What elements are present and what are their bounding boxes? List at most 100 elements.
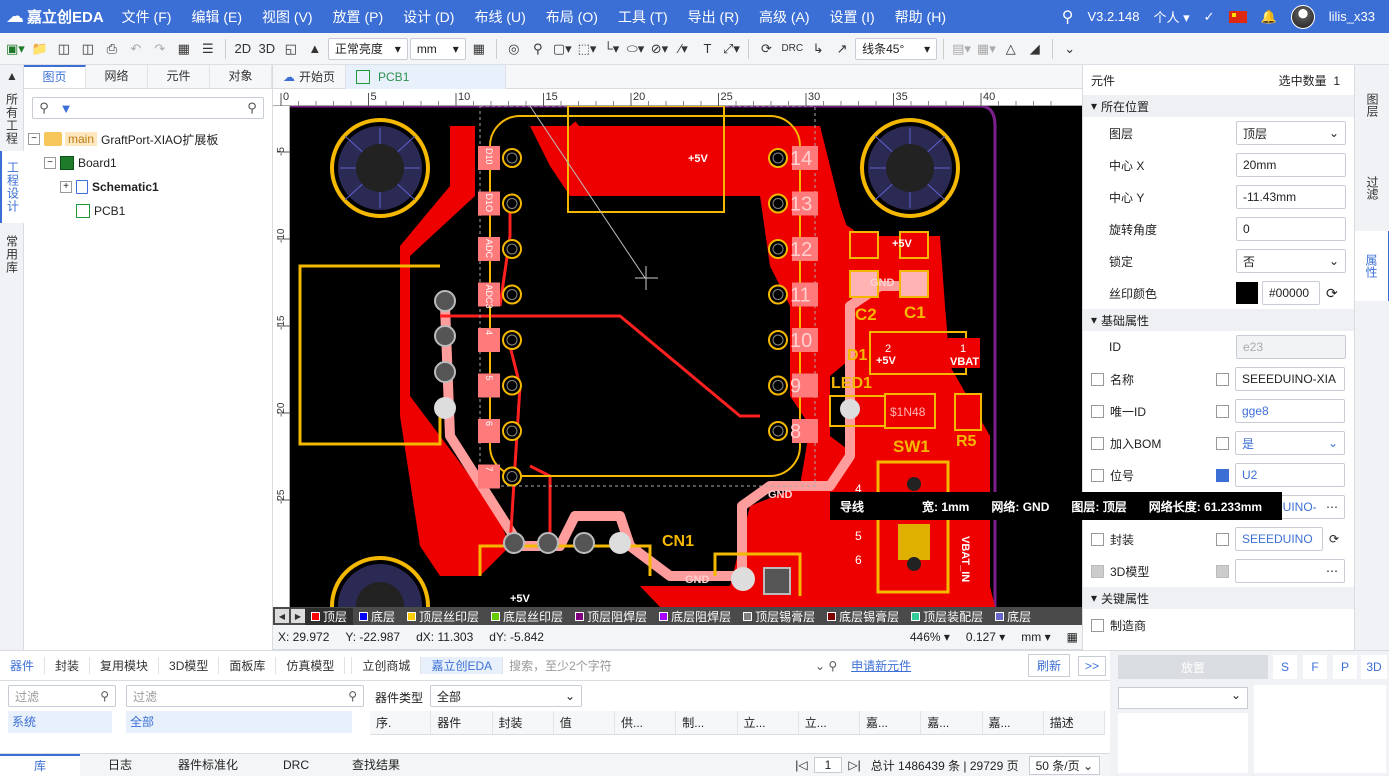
- name-checkbox[interactable]: [1091, 372, 1104, 386]
- silk-color-swatch[interactable]: [1236, 282, 1258, 304]
- category-system[interactable]: 系统: [8, 711, 112, 733]
- drc-button[interactable]: DRC: [779, 38, 805, 60]
- refresh-icon[interactable]: ⟳: [1329, 532, 1339, 546]
- uid-input[interactable]: gge8: [1235, 399, 1345, 423]
- layer-item[interactable]: 顶层锡膏层: [737, 608, 821, 625]
- tab-pages[interactable]: 图页: [24, 65, 86, 88]
- expand-icon[interactable]: +: [60, 181, 72, 193]
- name-input[interactable]: SEEEDUINO-XIA: [1235, 367, 1345, 391]
- rotate-icon[interactable]: ⟳: [755, 38, 777, 60]
- layer-item[interactable]: 底层: [989, 608, 1037, 625]
- menu-settings[interactable]: 设置 (I): [820, 7, 885, 27]
- rotation-input[interactable]: 0: [1236, 217, 1346, 241]
- status-unit-select[interactable]: mm ▾: [1021, 630, 1050, 644]
- pin-icon[interactable]: ⚲: [527, 38, 549, 60]
- diff-route-icon[interactable]: ↗: [831, 38, 853, 60]
- name-visible-checkbox[interactable]: [1216, 372, 1229, 386]
- rail-tab-project-design[interactable]: 工程设计: [0, 151, 24, 223]
- menu-route[interactable]: 布线 (U): [464, 7, 535, 27]
- grid-size-select[interactable]: 0.127 ▾: [966, 630, 1005, 644]
- flip-icon[interactable]: △: [1000, 38, 1022, 60]
- ellipse-icon[interactable]: ⬭▾: [624, 38, 646, 60]
- column-header[interactable]: 描述: [1044, 711, 1105, 734]
- rail-tab-all-projects[interactable]: ▲: [0, 65, 24, 87]
- model-input[interactable]: ⋯: [1235, 559, 1345, 583]
- rail-tab-properties[interactable]: 属性: [1355, 231, 1389, 301]
- layer-next-icon[interactable]: ▶: [291, 609, 305, 623]
- bottom-tab-find[interactable]: 查找结果: [336, 754, 416, 776]
- page-number-input[interactable]: 1: [813, 757, 843, 773]
- search-icon[interactable]: ⚲: [241, 100, 263, 116]
- line-mode-select[interactable]: 线条45° ▾: [855, 37, 938, 60]
- align-icon[interactable]: ▤▾: [950, 38, 973, 60]
- tree-node-board[interactable]: − Board1: [28, 151, 272, 175]
- save-all-icon[interactable]: ◫: [77, 38, 99, 60]
- column-header[interactable]: 器件: [431, 711, 493, 734]
- rect-select-icon[interactable]: ▢▾: [551, 38, 574, 60]
- bottom-tab-standardize[interactable]: 器件标准化: [160, 754, 256, 776]
- layer-select[interactable]: 顶层 ⌄: [1236, 121, 1346, 145]
- menu-advanced[interactable]: 高级 (A): [749, 7, 820, 27]
- route-icon[interactable]: ↳: [807, 38, 829, 60]
- uid-checkbox[interactable]: [1091, 404, 1104, 418]
- zoom-area-icon[interactable]: ◱: [280, 38, 302, 60]
- layer-item[interactable]: 底层锡膏层: [821, 608, 905, 625]
- pcb-canvas[interactable]: D10 D1O ADC ADC3 4 5 6 7 14 13 12 11 10 9 8 C2 C1 D1 …: [290, 106, 1082, 607]
- bell-icon[interactable]: 🔔: [1261, 9, 1277, 25]
- line-icon[interactable]: ∕▾: [672, 38, 694, 60]
- app-logo[interactable]: ☁ 嘉立创EDA: [0, 6, 112, 27]
- apply-new-part-link[interactable]: 申请新元件: [851, 657, 911, 674]
- center-x-input[interactable]: 20mm: [1236, 153, 1346, 177]
- center-y-input[interactable]: -11.43mm: [1236, 185, 1346, 209]
- s-button[interactable]: S: [1273, 655, 1297, 679]
- polyline-icon[interactable]: └▾: [600, 38, 622, 60]
- menu-view[interactable]: 视图 (V): [252, 7, 323, 27]
- column-header[interactable]: 值: [554, 711, 615, 734]
- mfr-checkbox[interactable]: [1091, 618, 1104, 632]
- expand-button[interactable]: >>: [1077, 655, 1106, 676]
- 3d-button[interactable]: 3D: [1361, 655, 1387, 679]
- section-key[interactable]: ▾ 关键属性: [1083, 587, 1354, 609]
- uid-visible-checkbox[interactable]: [1216, 404, 1229, 418]
- menu-edit[interactable]: 编辑 (E): [181, 7, 252, 27]
- bom-select[interactable]: 是 ⌄: [1235, 431, 1345, 455]
- grid-icon[interactable]: ▦: [468, 38, 490, 60]
- unit-select[interactable]: mm ▾: [409, 37, 466, 60]
- avatar[interactable]: [1290, 4, 1315, 29]
- layer-item[interactable]: 底层丝印层: [485, 608, 569, 625]
- lib-tab-devices[interactable]: 器件: [0, 657, 46, 674]
- layer-item[interactable]: 顶层阻焊层: [569, 608, 653, 625]
- tree-node-schematic[interactable]: + Schematic1: [28, 175, 272, 199]
- layer-item[interactable]: 底层阻焊层: [653, 608, 737, 625]
- column-header[interactable]: 序.: [370, 711, 432, 734]
- designator-input[interactable]: U2: [1235, 463, 1345, 487]
- no-entry-icon[interactable]: ⊘▾: [648, 38, 670, 60]
- bottom-tab-library[interactable]: 库: [0, 754, 80, 776]
- menu-file[interactable]: 文件 (F): [112, 7, 182, 27]
- column-header[interactable]: 嘉...: [921, 711, 983, 734]
- username[interactable]: lilis_x33: [1329, 9, 1375, 24]
- category-filter-input[interactable]: 过滤 ⚲: [8, 685, 116, 707]
- column-header[interactable]: 嘉...: [983, 711, 1044, 734]
- lib-tab-sim[interactable]: 仿真模型: [276, 657, 346, 674]
- silk-color-input[interactable]: #00000: [1262, 281, 1320, 305]
- lib-tab-reuse[interactable]: 复用模块: [90, 657, 160, 674]
- pcb-drawing[interactable]: D10D1OADCADC34567 141312111098 C2 C1 D1 …: [290, 106, 1082, 607]
- column-header[interactable]: 立...: [799, 711, 860, 734]
- search-icon[interactable]: ⚲: [1062, 7, 1074, 27]
- collapse-icon[interactable]: −: [44, 157, 56, 169]
- menu-layout[interactable]: 布局 (O): [536, 7, 608, 27]
- layer-item[interactable]: 底层: [353, 608, 401, 625]
- designator-checkbox[interactable]: [1091, 468, 1104, 482]
- place-button[interactable]: 放置: [1118, 655, 1268, 679]
- dashed-select-icon[interactable]: ⬚▾: [576, 38, 599, 60]
- tab-start-page[interactable]: ☁ 开始页: [273, 65, 347, 89]
- undo-icon[interactable]: ↶: [125, 38, 147, 60]
- tree-node-pcb[interactable]: PCB1: [28, 199, 272, 223]
- bottom-tab-log[interactable]: 日志: [80, 754, 160, 776]
- bottom-tab-drc[interactable]: DRC: [256, 754, 336, 776]
- subcategory-all[interactable]: 全部: [126, 711, 352, 733]
- rail-tab-all-projects[interactable]: 所有工程: [0, 87, 24, 151]
- open-folder-icon[interactable]: 📁: [29, 38, 51, 60]
- grid-view-icon[interactable]: ▦: [173, 38, 195, 60]
